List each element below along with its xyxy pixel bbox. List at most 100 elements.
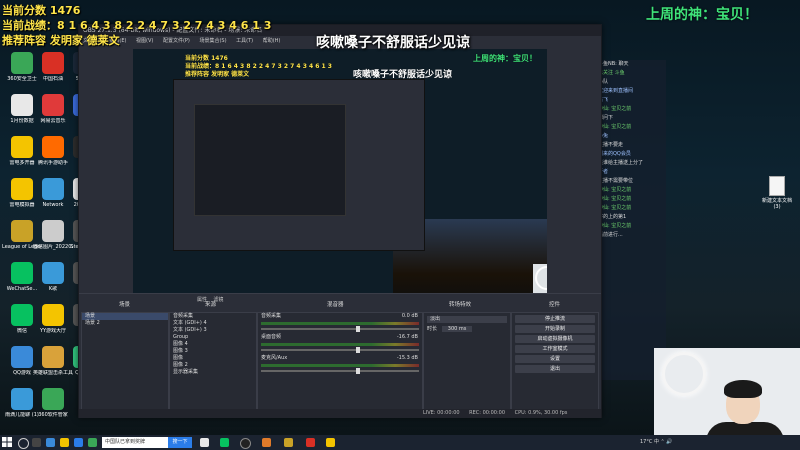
source-item[interactable]: 图像 2 bbox=[170, 362, 256, 369]
mixer-channel-header: 桌面音频 -16.7 dB bbox=[258, 334, 422, 341]
volume-slider[interactable] bbox=[261, 326, 419, 332]
menu-scene-collection[interactable]: 场景集合(S) bbox=[199, 38, 226, 44]
app-icon bbox=[42, 220, 64, 242]
volume-slider[interactable] bbox=[261, 368, 419, 374]
preview-lineup-text: 推荐阵容 发明家 德莱文 bbox=[185, 71, 250, 78]
app-icon bbox=[42, 52, 64, 74]
app-icon bbox=[42, 262, 64, 284]
source-item[interactable]: 图像 bbox=[170, 355, 256, 362]
obs-control-button[interactable]: 工作室模式 bbox=[515, 345, 595, 353]
edge-icon[interactable] bbox=[46, 438, 55, 447]
duration-input[interactable]: 300 ms bbox=[441, 326, 473, 332]
mixer-channel-header: 音频采集 0.0 dB bbox=[258, 313, 422, 320]
league-taskbar-icon[interactable] bbox=[284, 438, 293, 447]
mixer-dock-title: 混音器 bbox=[327, 302, 344, 308]
app-icon bbox=[11, 346, 33, 368]
source-item[interactable]: 文本 (GDI+) 3 bbox=[170, 327, 256, 334]
desktop-icon-label: YY游戏大厅 bbox=[39, 328, 67, 334]
obs-taskbar-icon[interactable] bbox=[240, 438, 251, 449]
banner-text: 咳嗽嗓子不舒服话少见谅 bbox=[316, 35, 470, 51]
chat-message: 神仙: 宝贝之前 bbox=[598, 106, 632, 112]
streamer-hair bbox=[724, 380, 762, 398]
desktop-new-text-file[interactable]: 新建文本文档 (3) bbox=[762, 176, 792, 210]
scene-item[interactable]: 场景 bbox=[82, 313, 168, 320]
weekgod-text: 上周的神：宝贝！ bbox=[646, 7, 758, 23]
scenes-dock-title: 场景 bbox=[119, 302, 131, 308]
windows-start-icon[interactable] bbox=[2, 437, 12, 447]
store-icon[interactable] bbox=[74, 438, 83, 447]
desktop-icon-label: 腾讯手游助手 bbox=[37, 160, 68, 166]
app-icon-360[interactable] bbox=[88, 438, 97, 447]
obs-preview[interactable]: 当前分数 1476 当前战绩：8 1 6 4 3 8 2 2 4 7 3 2 7… bbox=[133, 49, 547, 311]
volume-slider-knob[interactable] bbox=[355, 368, 360, 374]
menu-view[interactable]: 视图(V) bbox=[136, 38, 153, 44]
desktop-icon[interactable]: 360软件管家 bbox=[33, 388, 73, 418]
stream-chat-panel: 斗鱼NB: 聊天 已关注 斗鱼 小队 欢迎来到直播间 飞飞 神仙: 宝贝之前 想问下 神仙: … bbox=[596, 60, 666, 380]
chat-message: 是谁给主播送上分了 bbox=[598, 160, 644, 166]
webcam-feed bbox=[654, 348, 800, 437]
chat-message: 飞飞 bbox=[598, 97, 609, 103]
chat-message: 神仙: 宝贝之前 bbox=[598, 196, 632, 202]
app2-taskbar-icon[interactable] bbox=[326, 438, 335, 447]
chat-message: 神仙: 宝贝之前 bbox=[598, 187, 632, 193]
app-taskbar-icon[interactable] bbox=[306, 438, 315, 447]
app-icon bbox=[11, 52, 33, 74]
file-explorer-icon[interactable] bbox=[60, 438, 69, 447]
mixer-channel: 桌面音频 -16.7 dB bbox=[258, 334, 422, 353]
app-icon bbox=[42, 346, 64, 368]
menu-help[interactable]: 帮助(H) bbox=[263, 38, 281, 44]
obs-window[interactable]: OBS 27.1.3 (64-bit, windows) - 配置文件: 未命名… bbox=[78, 24, 602, 418]
chat-message: 主播不需要带位 bbox=[598, 178, 634, 184]
mixer-channel-name: 麦克风/Aux bbox=[261, 355, 288, 361]
chat-message: 神仙: 宝贝之前 bbox=[598, 223, 632, 229]
duration-label: 时长 bbox=[427, 326, 438, 332]
volume-meter bbox=[261, 343, 419, 346]
source-item[interactable]: 音频采集 bbox=[170, 313, 256, 320]
mixer-channel-name: 桌面音频 bbox=[261, 334, 282, 340]
volume-meter bbox=[261, 364, 419, 367]
obs-control-button[interactable]: 设置 bbox=[515, 355, 595, 363]
source-item[interactable]: 图像 4 bbox=[170, 341, 256, 348]
chat-message: 小队 bbox=[598, 79, 609, 85]
folder-taskbar-icon[interactable] bbox=[262, 438, 271, 447]
task-view-icon[interactable] bbox=[32, 438, 41, 447]
mixer-channel: 音频采集 0.0 dB bbox=[258, 313, 422, 332]
transitions-dock: 淡出 时长 300 ms bbox=[423, 312, 511, 414]
obs-control-button[interactable]: 开始录制 bbox=[515, 325, 595, 333]
obs-control-button[interactable]: 停止推流 bbox=[515, 315, 595, 323]
volume-slider[interactable] bbox=[261, 347, 419, 353]
chat-message: 折者 bbox=[598, 169, 609, 175]
taskbar-search-button[interactable]: 搜一下 bbox=[168, 437, 192, 448]
menu-tools[interactable]: 工具(T) bbox=[236, 38, 253, 44]
scene-item[interactable]: 场景 2 bbox=[82, 320, 168, 327]
volume-meter bbox=[261, 322, 419, 325]
chat-message: 刚来的QQ会员 bbox=[598, 151, 631, 157]
menu-profile[interactable]: 配置文件(P) bbox=[163, 38, 190, 44]
cortana-icon[interactable] bbox=[18, 438, 29, 449]
controls-dock-title: 控件 bbox=[549, 302, 561, 308]
transitions-dock-title: 转场特效 bbox=[449, 302, 472, 308]
volume-slider-knob[interactable] bbox=[355, 326, 360, 332]
preview-nested-obs bbox=[173, 79, 425, 251]
mixer-channel-name: 音频采集 bbox=[261, 313, 282, 319]
transition-select[interactable]: 淡出 bbox=[427, 316, 507, 323]
source-item[interactable]: 图像 3 bbox=[170, 348, 256, 355]
system-tray[interactable]: 17°C 中 ⌃ 🔊 bbox=[640, 438, 673, 445]
chat-message: 主播不要走 bbox=[598, 142, 624, 148]
obs-control-button[interactable]: 退出 bbox=[515, 365, 595, 373]
obs-control-button[interactable]: 启动虚拟摄像机 bbox=[515, 335, 595, 343]
wechat-taskbar-icon[interactable] bbox=[220, 438, 229, 447]
transition-duration-row: 时长 300 ms bbox=[424, 326, 510, 333]
app-icon bbox=[11, 304, 33, 326]
app-icon bbox=[42, 388, 64, 410]
chat-message: 小兔 bbox=[598, 133, 609, 139]
score-text: 当前分数 1476 bbox=[2, 4, 81, 17]
source-item[interactable]: 显示器采集 bbox=[170, 369, 256, 376]
chat-message: 已关注 斗鱼 bbox=[598, 70, 625, 76]
pinned-app-icon[interactable] bbox=[200, 438, 209, 447]
mixer-channel-db: -16.7 dB bbox=[396, 334, 418, 340]
volume-slider-knob[interactable] bbox=[355, 347, 360, 353]
source-item[interactable]: 文本 (GDI+) 4 bbox=[170, 320, 256, 327]
app-icon bbox=[11, 178, 33, 200]
source-item[interactable]: Group bbox=[170, 334, 256, 341]
